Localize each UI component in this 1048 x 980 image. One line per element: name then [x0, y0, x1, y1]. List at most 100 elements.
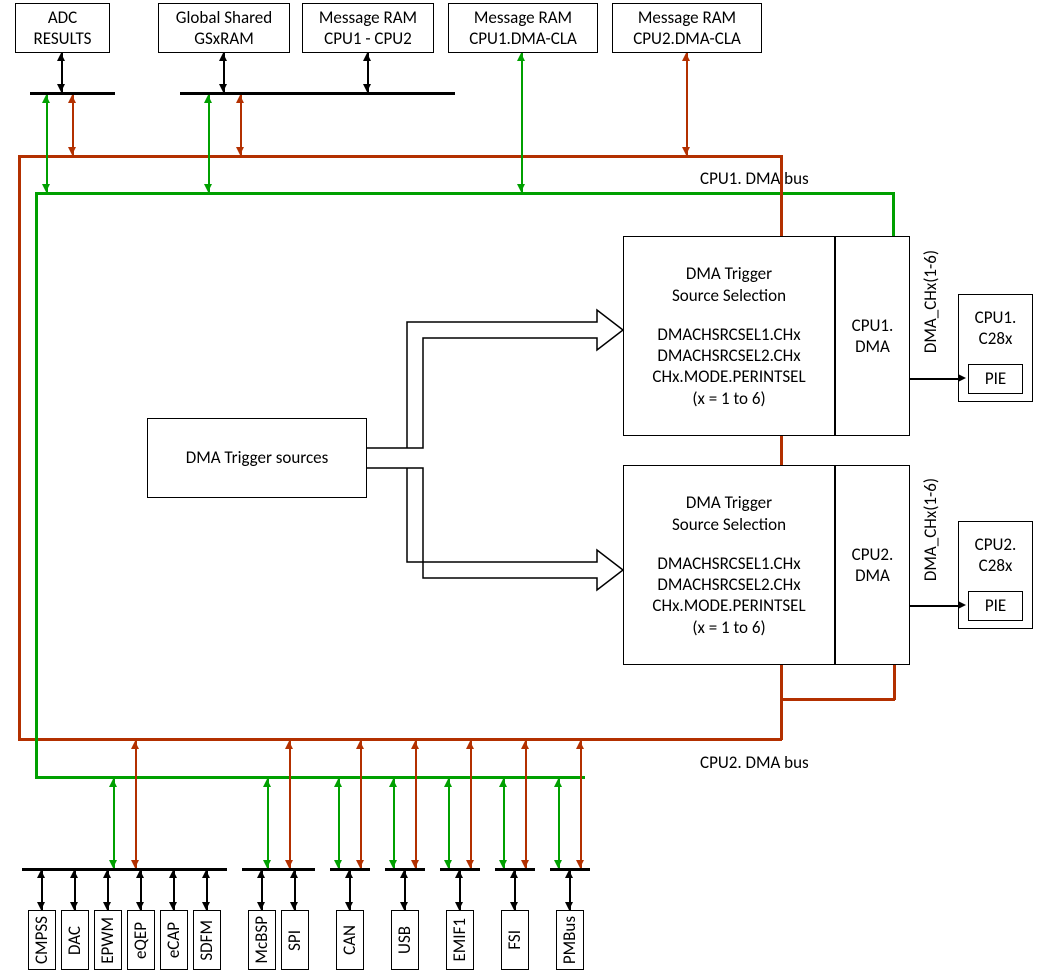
t: DMACHSRCSEL2.CHx [657, 574, 800, 595]
t: ADC [48, 7, 77, 28]
periph-eqep: eQEP [127, 910, 155, 970]
r [240, 95, 242, 155]
t: DMA Trigger Source Selection [672, 263, 786, 306]
ah [204, 184, 212, 192]
g [208, 95, 210, 192]
periph-sdfm: SDFM [193, 910, 221, 970]
t: CPU1. C28x [975, 307, 1017, 350]
t: PMBus [559, 916, 580, 964]
periph-mcbsp: McBSP [248, 910, 276, 970]
cpu2-bus-branch [780, 698, 895, 701]
dma-trigger-sources: DMA Trigger sources [147, 418, 367, 498]
t: CPU2.DMA-CLA [633, 28, 741, 49]
t: FSI [504, 930, 525, 950]
ah [219, 53, 227, 61]
periph-fsi: FSI [501, 910, 529, 970]
t: Message RAM [319, 7, 417, 28]
ah [363, 53, 371, 61]
cpu2-bus-branch-v [893, 665, 896, 700]
t: RESULTS [34, 28, 92, 49]
ah [236, 95, 244, 103]
ah [57, 53, 65, 61]
cpu1-bus-v-left [35, 192, 38, 778]
ah [204, 95, 212, 103]
t: EPWM [97, 917, 118, 964]
t: (x = 1 to 6) [692, 388, 765, 409]
t: CPU1. DMA [852, 315, 894, 358]
sel-cpu2: DMA Trigger Source Selection DMACHSRCSEL… [623, 465, 835, 665]
t: DMA Trigger Source Selection [672, 492, 786, 535]
cpu2-bus-h-top [18, 155, 782, 158]
periph-usb: USB [391, 910, 419, 970]
r [686, 53, 688, 155]
t: GSxRAM [194, 28, 254, 49]
cpu1-bus-h [35, 192, 894, 195]
cpu1-bus-label: CPU1. DMA bus [700, 168, 809, 189]
t: Global Shared [176, 7, 272, 28]
t: EMIF1 [449, 918, 470, 962]
cpu2-dma: CPU2. DMA [835, 465, 910, 665]
ah [68, 95, 76, 103]
ah [958, 601, 966, 609]
dma-ch-1: DMA_CHx(1-6) [920, 250, 941, 353]
t: CMPSS [31, 916, 52, 964]
t: DAC [64, 926, 85, 955]
ah [42, 184, 50, 192]
t: PIE [985, 368, 1006, 389]
t: DMACHSRCSEL1.CHx [657, 324, 800, 345]
cpu1-pie: PIE [968, 364, 1023, 394]
ah [958, 374, 966, 382]
periph-dac: DAC [61, 910, 89, 970]
ah [682, 53, 690, 61]
ah [57, 84, 65, 92]
g [46, 95, 48, 192]
t: Message RAM [474, 7, 572, 28]
periph-epwm: EPWM [94, 910, 122, 970]
ah [68, 147, 76, 155]
ah [682, 147, 690, 155]
t: CPU1 - CPU2 [324, 28, 412, 49]
ah [363, 84, 371, 92]
t: DMACHSRCSEL1.CHx [657, 553, 800, 574]
ah [236, 147, 244, 155]
cpu2-pie: PIE [968, 591, 1023, 621]
busbar-gs-msg [180, 92, 455, 95]
t: CHx.MODE.PERINTSEL [652, 595, 805, 616]
dma-ch-2: DMA_CHx(1-6) [920, 478, 941, 581]
ah [42, 95, 50, 103]
t: CAN [339, 925, 360, 955]
g [521, 53, 523, 192]
t: SPI [284, 930, 305, 951]
box-msgram-cpu1dma: Message RAMCPU1.DMA-CLA [448, 3, 598, 53]
hollow-arrows [367, 300, 627, 600]
periph-pmbus: PMBus [556, 910, 584, 970]
periph-ecap: eCAP [160, 910, 188, 970]
t: SDFM [196, 920, 217, 961]
l [910, 605, 960, 607]
t: CPU2. C28x [975, 534, 1017, 577]
box-adc-results: ADCRESULTS [15, 3, 110, 53]
t: eCAP [163, 922, 184, 958]
t: USB [394, 926, 415, 954]
ah [517, 184, 525, 192]
periph-emif1: EMIF1 [446, 910, 474, 970]
ah [219, 84, 227, 92]
r [72, 95, 74, 155]
l [910, 378, 960, 380]
cpu1-dma: CPU1. DMA [835, 236, 910, 436]
t: Message RAM [638, 7, 736, 28]
box-gsxram: Global SharedGSxRAM [158, 3, 290, 53]
ah [517, 53, 525, 61]
sel-cpu1: DMA Trigger Source Selection DMACHSRCSEL… [623, 236, 835, 436]
box-msgram-cpu12: Message RAMCPU1 - CPU2 [302, 3, 434, 53]
t: CHx.MODE.PERINTSEL [652, 366, 805, 387]
t: eQEP [130, 922, 151, 959]
periph-can: CAN [336, 910, 364, 970]
box-msgram-cpu2dma: Message RAMCPU2.DMA-CLA [612, 3, 762, 53]
cpu1-bus-v [892, 192, 895, 236]
t: CPU1.DMA-CLA [469, 28, 577, 49]
t: CPU2. DMA [852, 544, 894, 587]
periph-spi: SPI [281, 910, 309, 970]
t: DMA Trigger sources [186, 447, 329, 468]
periph-cmpss: CMPSS [28, 910, 56, 970]
